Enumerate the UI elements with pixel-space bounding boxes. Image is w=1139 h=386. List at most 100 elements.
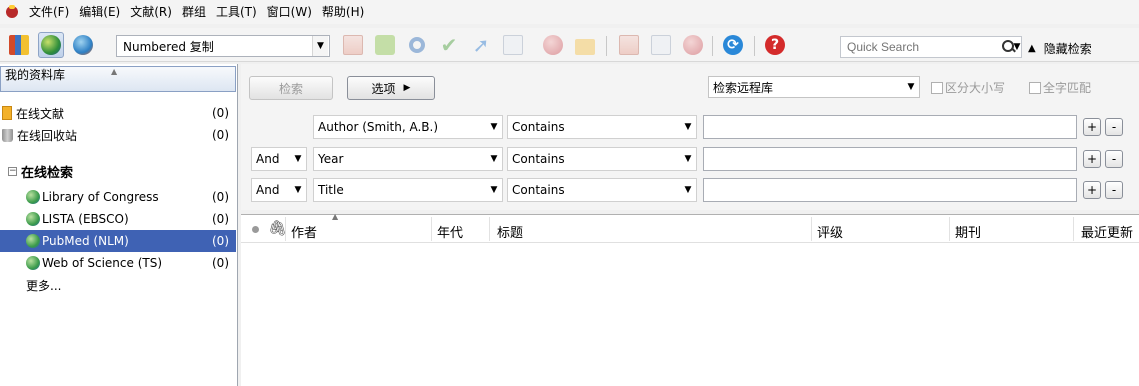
column-separator [431,217,432,241]
menu-file[interactable]: 文件(F) [24,2,74,22]
chevron-down-icon: ▼ [490,122,498,132]
hide-search-button[interactable]: ▲ 隐藏检索 [1028,40,1092,57]
remove-row-button[interactable]: - [1105,118,1123,136]
menu-groups[interactable]: 群组 [177,2,211,22]
search-icon[interactable] [1002,40,1014,54]
toolbar-separator [712,36,713,56]
menu-window[interactable]: 窗口(W) [262,2,317,22]
output-style-select[interactable]: Numbered 复制 [116,35,330,57]
column-last-updated[interactable]: 最近更新 [1081,222,1139,241]
field-value: Author (Smith, A.B.) [318,120,439,134]
search-term-input-row2[interactable] [703,147,1077,171]
search-button[interactable]: 检索 [249,76,333,100]
open-link-icon[interactable] [500,32,526,58]
approve-icon[interactable]: ✔ [436,32,462,58]
add-row-button[interactable]: + [1083,150,1101,168]
online-label: LISTA (EBSCO) [42,212,129,226]
options-button[interactable]: 选项 ▶ [347,76,435,100]
menu-edit[interactable]: 编辑(E) [74,2,125,22]
online-lista-ebsco[interactable]: LISTA (EBSCO) (0) [0,208,236,230]
new-group-icon[interactable] [572,32,598,58]
search-panel: 检索 选项 ▶ 检索远程库 ▼ 区分大小写 全字匹配 Author (Smith… [241,64,1139,210]
online-count: (0) [212,256,229,270]
boolean-select-row2[interactable]: And ▼ [251,147,307,171]
insert-citation-icon[interactable] [372,32,398,58]
column-rating[interactable]: 评级 [817,222,843,241]
link-icon[interactable] [680,32,706,58]
online-web-of-science[interactable]: Web of Science (TS) (0) [0,252,236,274]
search-term-input-row3[interactable] [703,178,1077,202]
column-journal[interactable]: 期刊 [955,222,981,241]
online-library-of-congress[interactable]: Library of Congress (0) [0,186,236,208]
quick-search-box: ▼ [840,36,1022,58]
chevron-down-icon: ▼ [684,185,692,195]
remove-row-button[interactable]: - [1105,150,1123,168]
column-year[interactable]: 年代 [437,222,463,241]
add-row-button[interactable]: + [1083,181,1101,199]
online-search-icon [26,212,40,226]
library-header[interactable]: 我的资料库 ▲ [0,66,236,92]
boolean-select-row3[interactable]: And ▼ [251,178,307,202]
online-search-group-header[interactable]: − 在线检索 [0,160,236,182]
match-case-label: 区分大小写 [945,81,1006,95]
operator-select-row3[interactable]: Contains ▼ [507,178,697,202]
field-value: Title [318,183,344,197]
online-search-icon [26,256,40,270]
search-remote-library-select[interactable]: 检索远程库 ▼ [708,76,920,98]
remove-row-button[interactable]: - [1105,181,1123,199]
local-library-icon[interactable] [6,32,32,58]
field-select-row2[interactable]: Year ▼ [313,147,503,171]
column-separator [1073,217,1074,241]
checkbox-icon [931,81,943,94]
menu-references[interactable]: 文献(R) [125,2,177,22]
remote-library-value: 检索远程库 [713,80,774,95]
operator-select-row2[interactable]: Contains ▼ [507,147,697,171]
output-style-dropdown-icon[interactable]: ▼ [312,36,328,56]
add-row-button[interactable]: + [1083,118,1101,136]
online-label: PubMed (NLM) [42,234,129,248]
find-full-text-icon[interactable] [404,32,430,58]
sync-icon[interactable]: ⟳ [720,32,746,58]
online-count: (0) [212,212,229,226]
search-button-label: 检索 [278,81,303,96]
reference-list-header: 🖇 作者 ▲ 年代 标题 评级 期刊 最近更新 [241,212,1139,243]
online-search-mode-icon[interactable] [38,32,64,58]
group-online-trash[interactable]: 在线回收站 (0) [0,124,236,146]
library-header-label: 我的资料库 [5,68,66,82]
chevron-down-icon: ▼ [684,154,692,164]
online-pubmed-nlm[interactable]: PubMed (NLM) (0) [0,230,236,252]
column-title[interactable]: 标题 [497,222,523,241]
collapse-up-icon: ▲ [1028,43,1036,54]
group-online-references[interactable]: 在线文献 (0) [0,102,236,124]
help-icon[interactable]: ? [762,32,788,58]
online-search-group-label: 在线检索 [21,165,74,181]
trash-icon [2,128,13,142]
operator-select-row1[interactable]: Contains ▼ [507,115,697,139]
quick-search-input[interactable] [841,40,1002,54]
export-icon[interactable]: ➚ [468,32,494,58]
new-reference-icon[interactable] [340,32,366,58]
match-words-label: 全字匹配 [1043,81,1092,95]
integrated-library-icon[interactable] [70,32,96,58]
search-term-input-row1[interactable] [703,115,1077,139]
output-style-value: Numbered 复制 [123,39,214,54]
menu-help[interactable]: 帮助(H) [317,2,369,22]
column-author[interactable]: 作者 [291,222,317,241]
operator-value: Contains [512,183,565,197]
online-search-icon[interactable] [540,32,566,58]
field-select-row3[interactable]: Title ▼ [313,178,503,202]
open-file-icon[interactable] [616,32,642,58]
online-label: Web of Science (TS) [42,256,162,270]
read-status-icon[interactable] [252,226,259,233]
field-select-row1[interactable]: Author (Smith, A.B.) ▼ [313,115,503,139]
menu-tools[interactable]: 工具(T) [211,2,262,22]
match-case-checkbox[interactable]: 区分大小写 [931,79,1005,96]
chevron-down-icon: ▼ [490,154,498,164]
checkbox-icon [1029,81,1041,94]
match-words-checkbox[interactable]: 全字匹配 [1029,79,1091,96]
preview-icon[interactable] [648,32,674,58]
endnote-window: 文件(F) 编辑(E) 文献(R) 群组 工具(T) 窗口(W) 帮助(H) N… [0,0,1139,386]
online-more-link[interactable]: 更多... [0,274,236,296]
collapse-icon[interactable]: − [8,166,17,176]
more-label: 更多... [26,278,62,293]
